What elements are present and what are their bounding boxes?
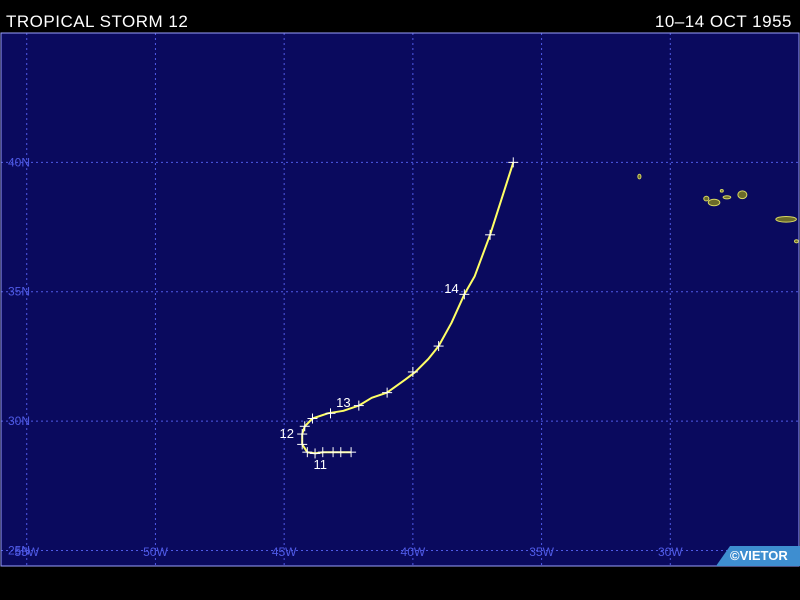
day-label: 13	[336, 395, 350, 410]
lat-label: 40N	[8, 155, 30, 169]
storm-track-map: 55W50W45W40W35W30W25W25N30N35N40N 111213…	[0, 32, 800, 567]
lon-label: 45W	[272, 545, 297, 559]
lat-label: 25N	[8, 543, 30, 557]
island-shape	[637, 173, 642, 180]
island-shape	[703, 195, 710, 202]
day-label: 14	[444, 281, 458, 296]
storm-title: TROPICAL STORM 12	[6, 12, 189, 31]
island-shape	[722, 195, 732, 200]
lon-label: 30W	[658, 545, 683, 559]
island-shape	[793, 239, 799, 244]
storm-dates: 10–14 OCT 1955	[654, 12, 792, 31]
lon-label: 35W	[529, 545, 554, 559]
credit-badge: ©VIETOR	[716, 546, 800, 566]
island-shape	[775, 215, 797, 223]
island-shape	[719, 189, 724, 193]
lon-label: 40W	[401, 545, 426, 559]
island-shape	[737, 190, 748, 200]
day-label: 11	[313, 457, 327, 472]
credit-text: ©VIETOR	[730, 548, 788, 563]
lon-label: 50W	[143, 545, 168, 559]
lat-label: 30N	[8, 414, 30, 428]
island-shape	[707, 198, 721, 207]
day-label: 12	[280, 426, 294, 441]
lat-label: 35N	[8, 285, 30, 299]
ocean-background	[1, 33, 799, 566]
